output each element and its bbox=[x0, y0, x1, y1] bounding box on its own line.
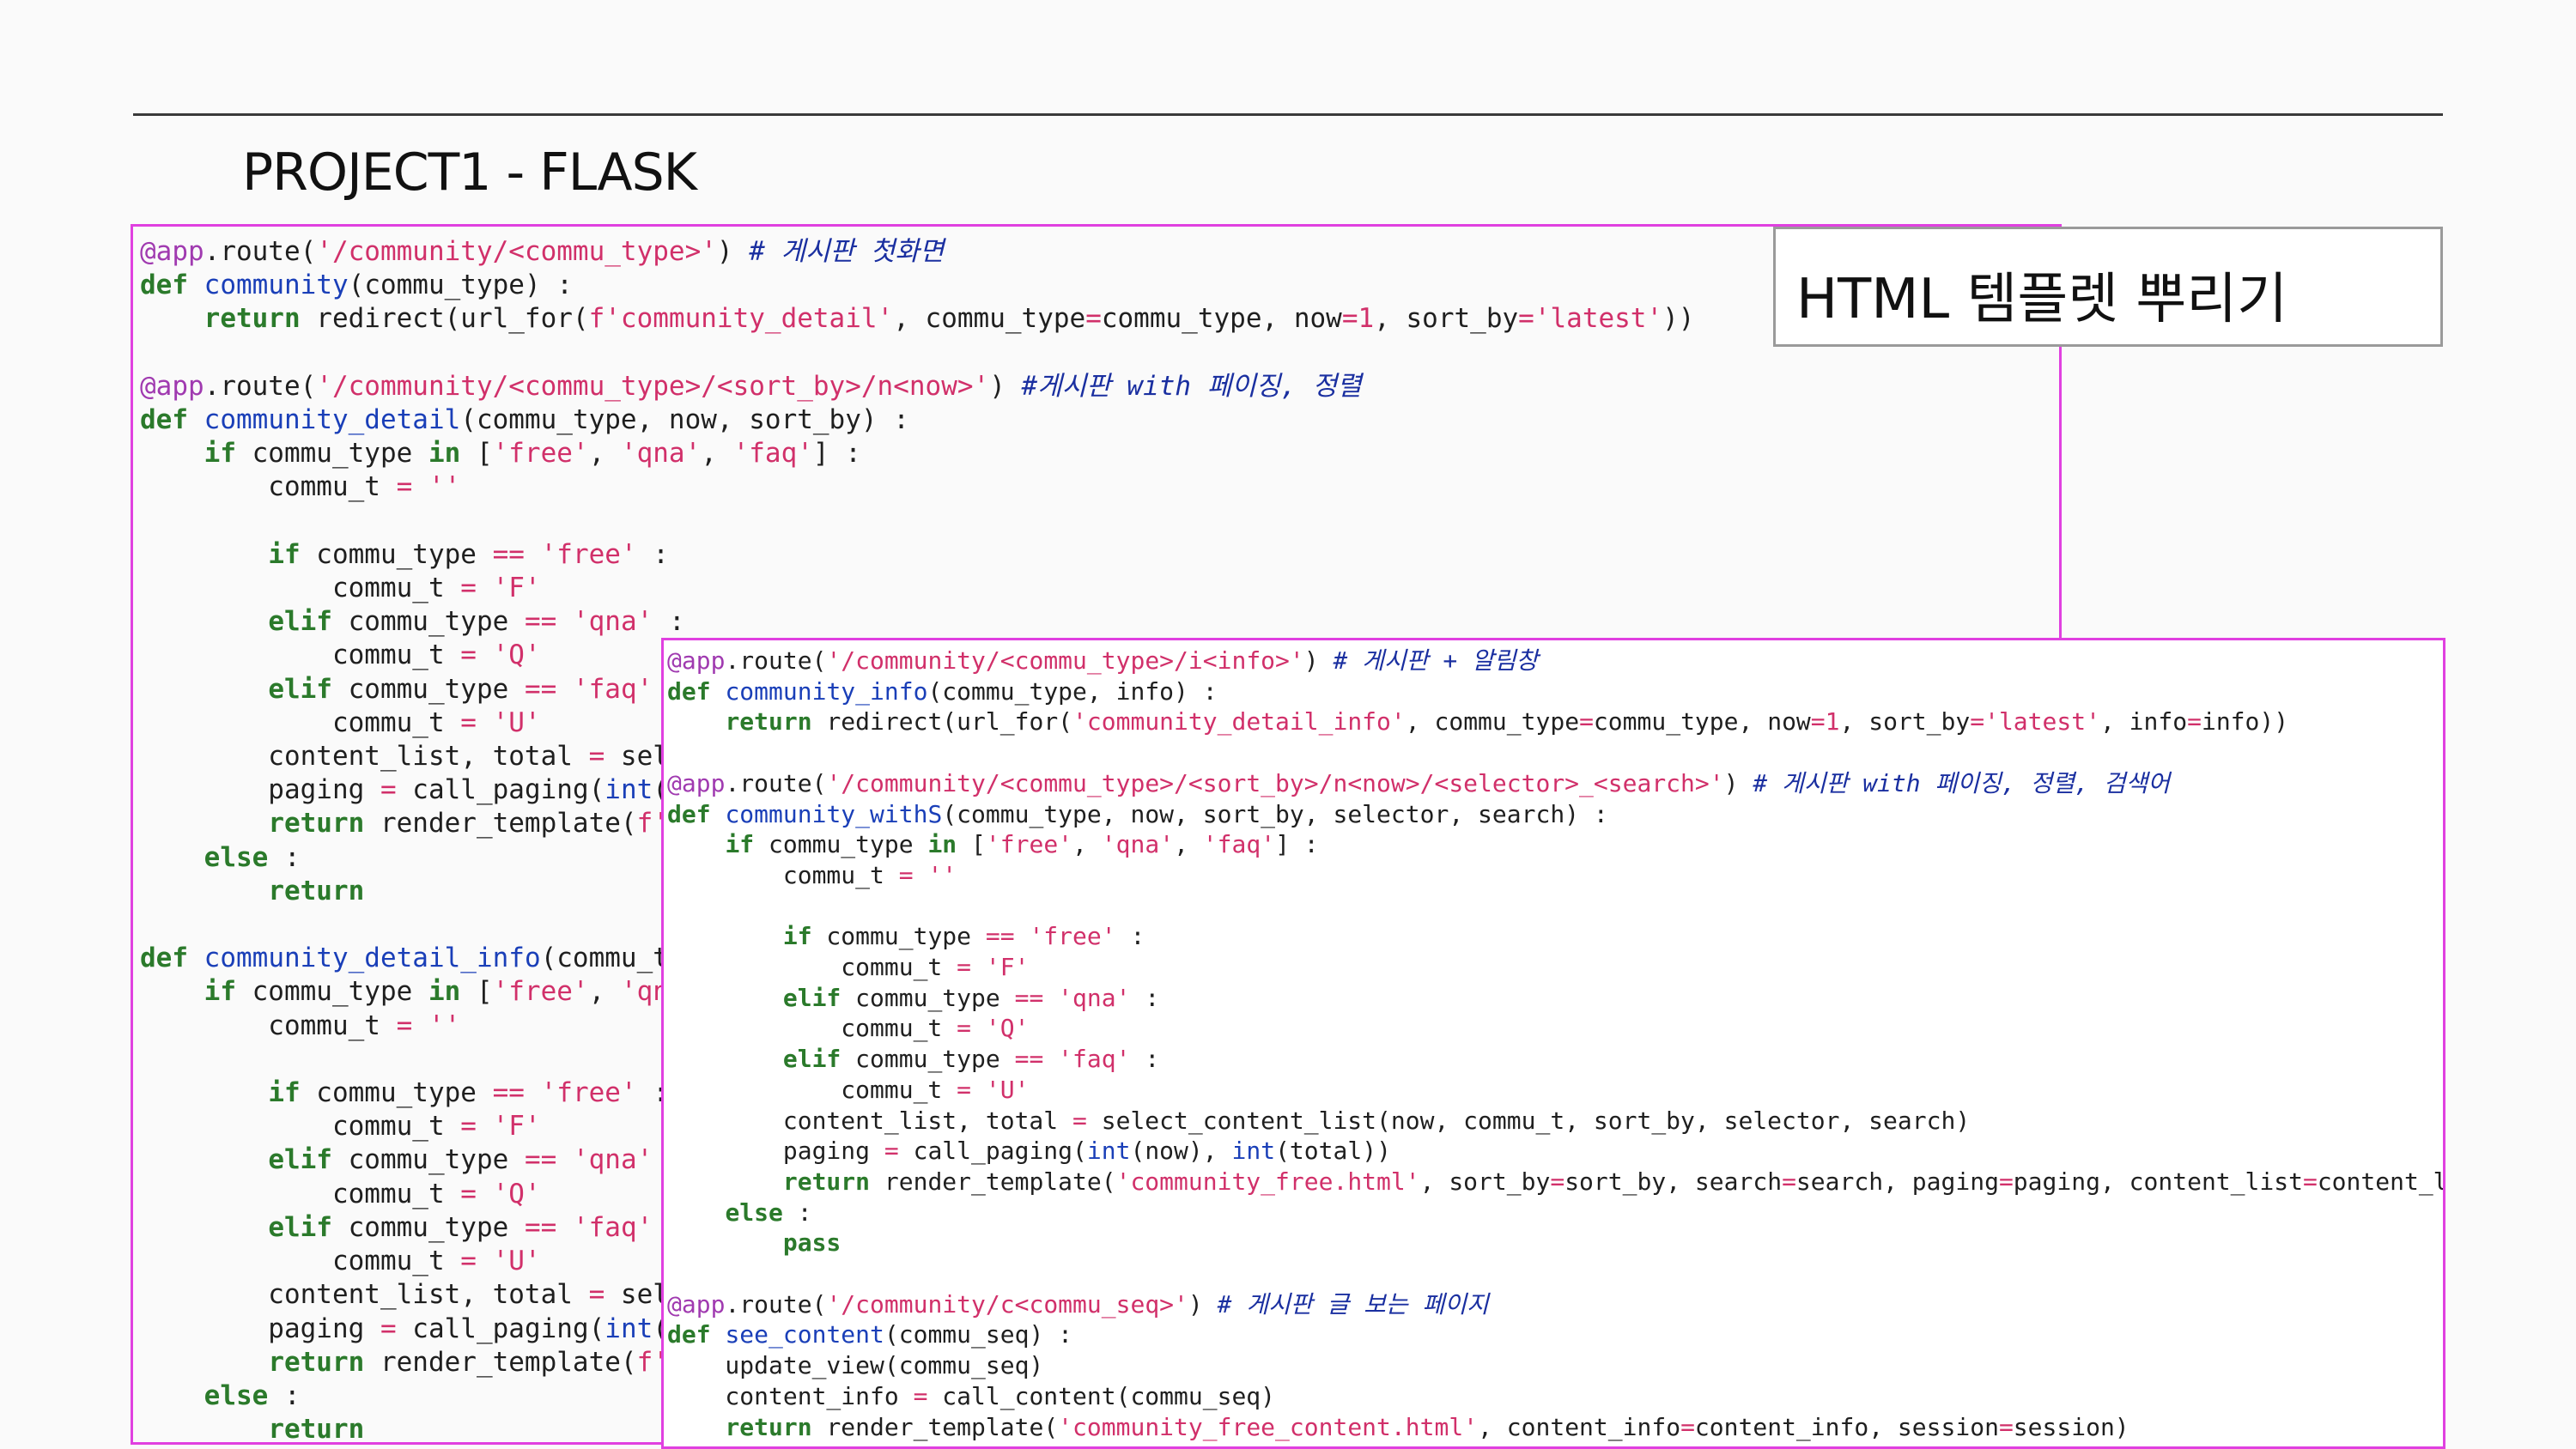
code-line: paging = call_paging(int(now), int(total… bbox=[667, 1137, 1391, 1166]
code-line: def community_withS(commu_type, now, sor… bbox=[667, 799, 1608, 828]
code-line: content_list, total = select_content_lis… bbox=[667, 1106, 1971, 1135]
code-line: commu_t = '' bbox=[667, 860, 957, 889]
code-line: ​ bbox=[667, 891, 2443, 922]
code-line: def community_info(commu_type, info) : bbox=[667, 676, 1218, 706]
code-line: if commu_type in ['free', 'qna', 'faq'] … bbox=[204, 438, 861, 470]
code-line: ​ bbox=[140, 336, 1694, 370]
code-line: return render_template('community_free.h… bbox=[782, 1167, 2443, 1196]
code-line: elif commu_type == 'qna' : bbox=[782, 983, 1160, 1012]
code-line: pass bbox=[782, 1228, 841, 1258]
code-line: if commu_type == 'free' : bbox=[782, 922, 1145, 951]
code-line: @app.route('/community/<commu_type>/<sor… bbox=[667, 768, 2170, 797]
code-line: commu_t = 'Q' bbox=[667, 1014, 1030, 1043]
code-line: return render_template('community_free_c… bbox=[725, 1412, 2129, 1441]
code-line: commu_t = 'U' bbox=[667, 1075, 1030, 1104]
code-line: @app.route('/community/<commu_type>/<sor… bbox=[140, 370, 1362, 402]
slide-title: PROJECT1 - FLASK bbox=[242, 142, 697, 203]
code-line: content_info = call_content(commu_seq) bbox=[667, 1381, 1276, 1410]
code-line: ​ bbox=[140, 505, 1694, 538]
code-line: return redirect(url_for('community_detai… bbox=[725, 707, 2289, 737]
code-line: @app.route('/community/<commu_type>/i<in… bbox=[667, 646, 1539, 675]
code-line: def community(commu_type) : bbox=[140, 270, 573, 301]
code-line: @app.route('/community/<commu_type>') # … bbox=[140, 236, 945, 267]
code-line: return redirect(url_for(f'community_deta… bbox=[204, 303, 1695, 335]
code-line: if commu_type == 'free' : bbox=[268, 538, 669, 570]
code-line: commu_t = '' bbox=[140, 471, 461, 503]
title-divider bbox=[133, 113, 2443, 116]
code-line: @app.route('/community/c<commu_seq>') # … bbox=[667, 1289, 1489, 1319]
code-line: if commu_type in ['free', 'qna', 'faq'] … bbox=[725, 830, 1319, 859]
code-line: elif commu_type == 'faq' : bbox=[782, 1045, 1160, 1074]
callout-box: HTML 템플렛 뿌리기 bbox=[1773, 227, 2443, 347]
code-line: commu_t = 'F' bbox=[140, 573, 541, 604]
code-line: def see_content(commu_seq) : bbox=[667, 1320, 1073, 1349]
code-line: ​ bbox=[667, 1258, 2443, 1289]
code-line: ​ bbox=[667, 737, 2443, 768]
code-line: elif commu_type == 'qna' : bbox=[268, 606, 685, 638]
code-block-right: @app.route('/community/<commu_type>/i<in… bbox=[667, 646, 2443, 1442]
code-line: update_view(commu_seq) bbox=[667, 1351, 1044, 1380]
code-line: commu_t = 'F' bbox=[667, 953, 1030, 982]
callout-label: HTML 템플렛 뿌리기 bbox=[1796, 268, 2288, 331]
code-line: def community_detail(commu_type, now, so… bbox=[140, 404, 909, 436]
code-line: else : bbox=[725, 1197, 812, 1227]
code-screenshot-right: @app.route('/community/<commu_type>/i<in… bbox=[661, 638, 2445, 1449]
